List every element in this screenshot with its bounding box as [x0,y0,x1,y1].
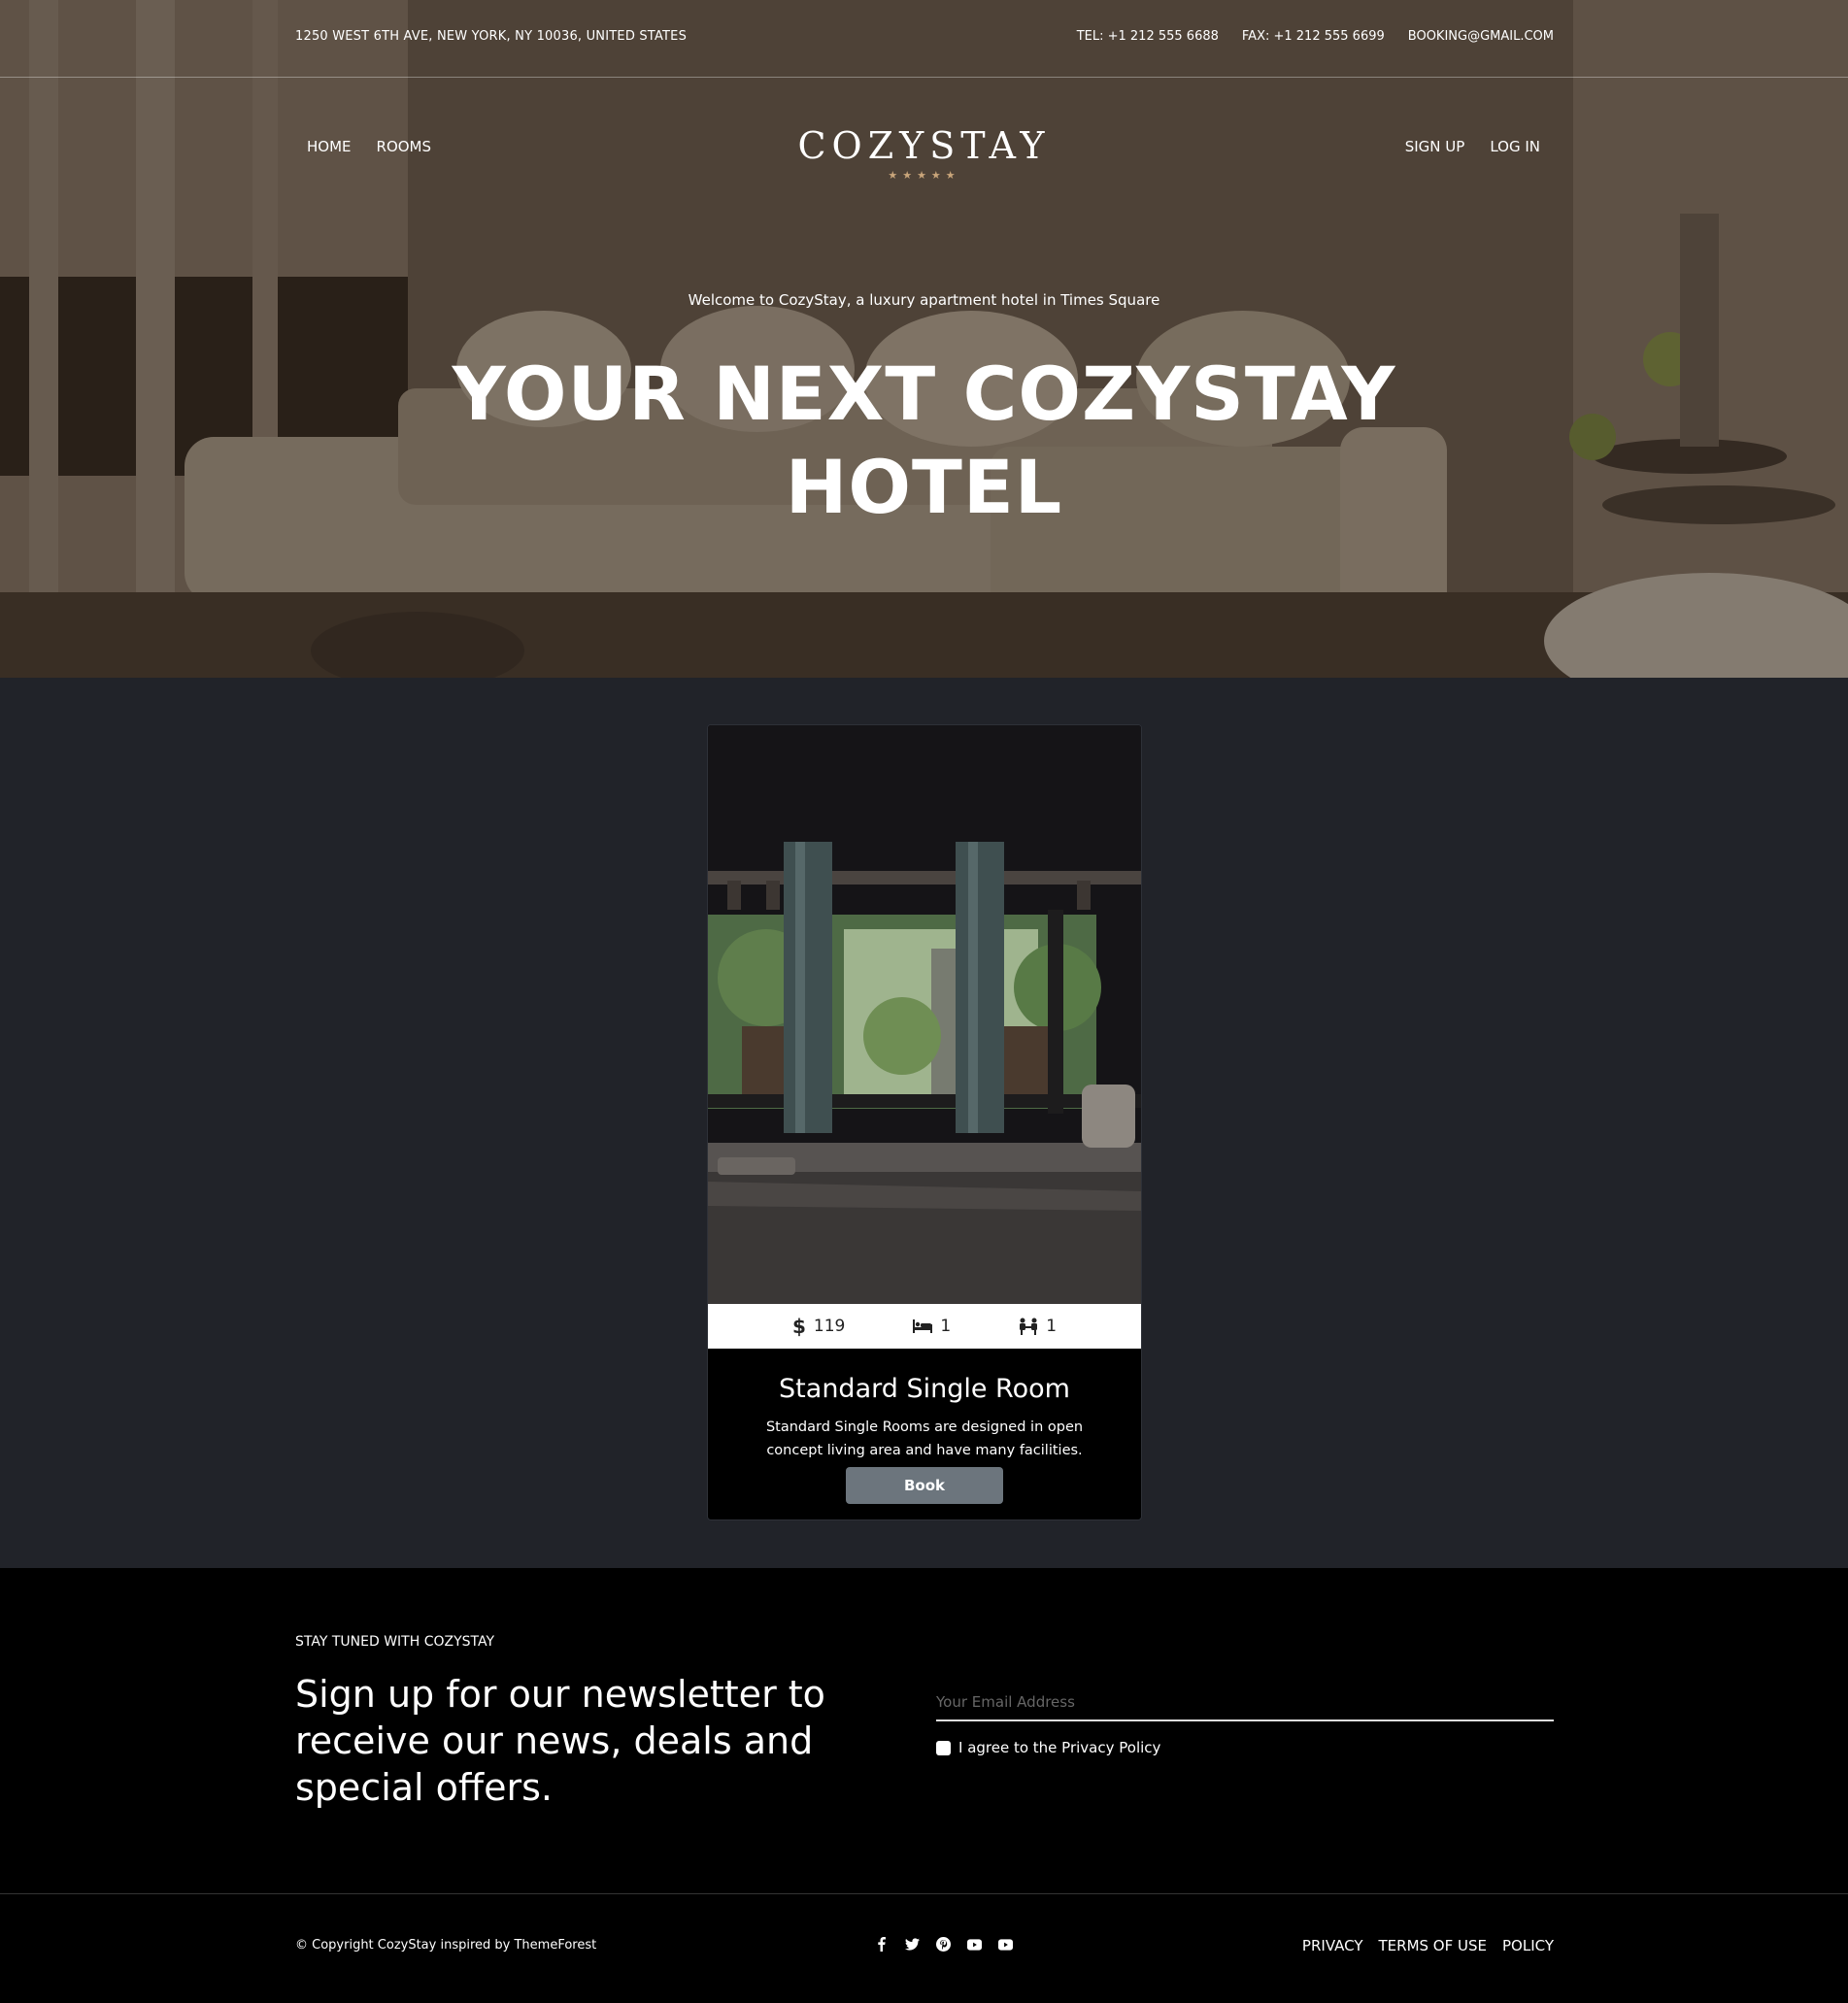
privacy-agree[interactable]: I agree to the Privacy Policy [936,1739,1160,1756]
contact-info: TEL: +1 212 555 6688 FAX: +1 212 555 669… [1077,29,1554,44]
rooms-section: $ 119 1 1 Standard Single Room Standard … [0,678,1848,1568]
pinterest-icon[interactable] [936,1937,951,1952]
guests-icon [1020,1318,1038,1335]
youtube-icon[interactable] [998,1937,1013,1952]
room-card: $ 119 1 1 Standard Single Room Standard … [707,724,1142,1520]
sign-up-link[interactable]: SIGN UP [1405,138,1465,155]
facebook-icon[interactable] [874,1937,889,1952]
fax-text: FAX: +1 212 555 6699 [1241,29,1385,44]
copyright-text: © Copyright CozyStay inspired by ThemeFo… [295,1938,597,1953]
hero-title-line-2: HOTEL [785,444,1063,530]
room-photo [708,725,1141,1304]
dollar-icon: $ [791,1315,806,1338]
bed-info: 1 [913,1317,951,1336]
hero-section: 1250 WEST 6TH AVE, NEW YORK, NY 10036, U… [0,0,1848,678]
site-footer: © Copyright CozyStay inspired by ThemeFo… [0,1894,1848,2003]
guest-info: 1 [1019,1317,1057,1336]
hero-welcome: Welcome to CozyStay, a luxury apartment … [688,291,1160,309]
price-value: 119 [813,1317,846,1336]
privacy-checkbox[interactable] [936,1740,951,1755]
terms-link[interactable]: TERMS OF USE [1379,1937,1487,1954]
tel-text[interactable]: TEL: +1 212 555 6688 [1077,29,1219,44]
address-text: 1250 WEST 6TH AVE, NEW YORK, NY 10036, U… [295,29,688,44]
logo-text: COZYSTAY [797,124,1051,167]
bed-icon [913,1319,933,1333]
main-nav: HOME ROOMS COZYSTAY ★★★★★ SIGN UP LOG IN [0,78,1848,214]
youtube-icon[interactable] [967,1937,982,1952]
policy-link[interactable]: POLICY [1502,1937,1554,1954]
logo-stars: ★★★★★ [888,169,960,182]
newsletter-kicker: STAY TUNED WITH COZYSTAY [295,1634,495,1650]
room-meta-bar: $ 119 1 1 [708,1304,1141,1349]
room-title[interactable]: Standard Single Room [708,1374,1141,1404]
nav-right: SIGN UP LOG IN [1405,138,1540,155]
newsletter-section: STAY TUNED WITH COZYSTAY Sign up for our… [0,1568,1848,1894]
newsletter-email-input[interactable] [936,1685,1554,1721]
twitter-icon[interactable] [905,1937,920,1952]
log-in-link[interactable]: LOG IN [1490,138,1540,155]
privacy-link[interactable]: PRIVACY [1302,1937,1363,1954]
guests-value: 1 [1046,1317,1058,1336]
price-info: $ 119 [792,1315,845,1338]
site-logo[interactable]: COZYSTAY ★★★★★ [0,124,1848,182]
book-button[interactable]: Book [846,1467,1003,1504]
room-description: Standard Single Rooms are designed in op… [765,1419,1084,1458]
beds-value: 1 [940,1317,952,1336]
top-info-bar: 1250 WEST 6TH AVE, NEW YORK, NY 10036, U… [0,0,1848,78]
privacy-agree-label: I agree to the Privacy Policy [958,1739,1161,1756]
email-link[interactable]: BOOKING@GMAIL.COM [1408,29,1554,44]
newsletter-heading: Sign up for our newsletter to receive ou… [295,1673,825,1809]
hero-title: YOUR NEXT COZYSTAY HOTEL [0,348,1848,534]
social-links [874,1937,1013,1952]
footer-links: PRIVACY TERMS OF USE POLICY [1302,1937,1554,1954]
hero-title-line-1: YOUR NEXT COZYSTAY [452,351,1396,437]
hero-text: Welcome to CozyStay, a luxury apartment … [0,291,1848,534]
